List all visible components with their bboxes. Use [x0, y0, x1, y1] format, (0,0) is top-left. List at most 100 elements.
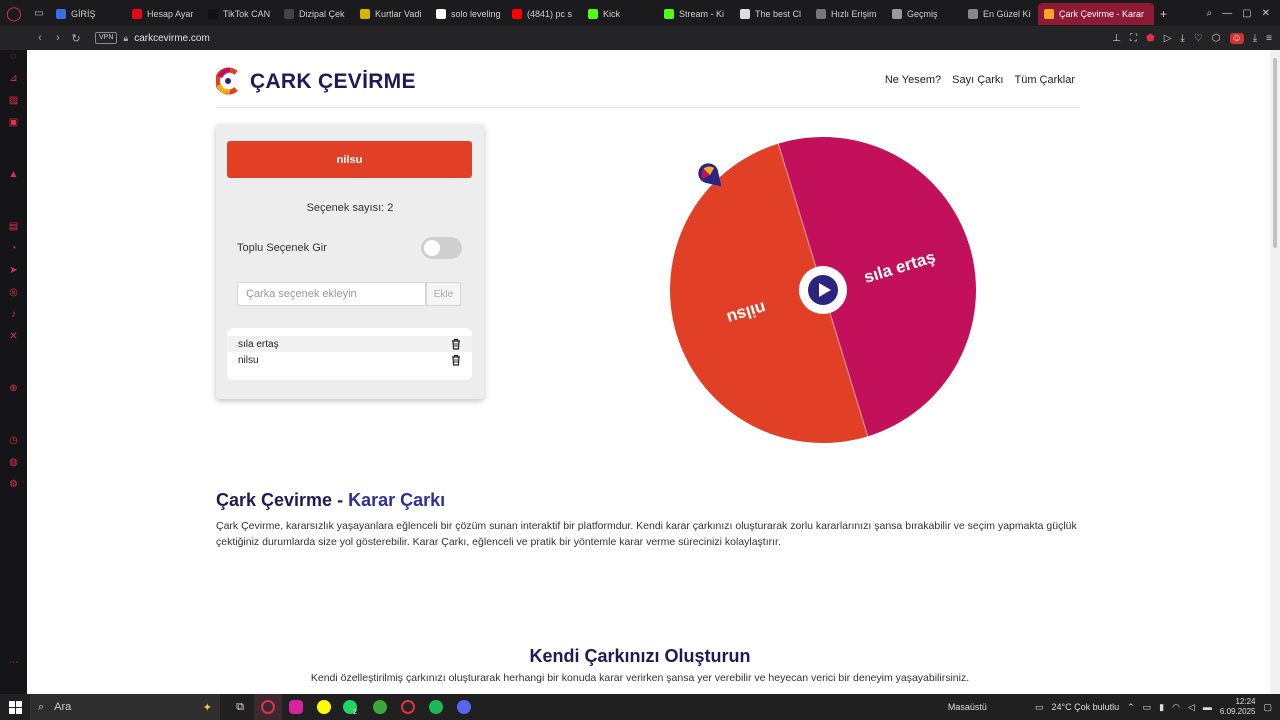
list-item: sıla ertaş [227, 336, 472, 352]
profile-icon[interactable]: ☺ [1229, 32, 1244, 44]
vpn-badge[interactable]: VPN [95, 32, 118, 44]
tab-favicon-icon [968, 9, 978, 19]
telegram-icon[interactable]: ➤ [7, 264, 20, 277]
network-icon[interactable]: ▭ [1143, 702, 1152, 713]
battery-icon[interactable]: ▬ [1203, 702, 1212, 712]
discord-taskbar-icon[interactable] [450, 694, 478, 720]
browser-tab[interactable]: (4841) pc s [506, 3, 582, 25]
tab-favicon-icon [816, 9, 826, 19]
result-banner: nilsu [227, 141, 472, 178]
browser-tab[interactable]: The best Cl [734, 3, 810, 25]
search-tabs-icon[interactable]: ⌕ [1207, 8, 1213, 19]
gx-taskbar-icon[interactable] [394, 694, 422, 720]
download-icon[interactable]: ⤓ [1180, 33, 1184, 44]
messages-icon[interactable]: ◍ [7, 456, 20, 469]
tab-favicon-icon [208, 9, 218, 19]
browser-tab[interactable]: solo leveling [430, 3, 506, 25]
browser-tab[interactable]: Geçmiş [886, 3, 962, 25]
heart-icon[interactable]: ♡ [1194, 33, 1203, 44]
instagram-taskbar-icon[interactable] [282, 694, 310, 720]
opera-logo-icon[interactable]: ◯ [0, 0, 28, 26]
crypto-wallet-icon[interactable]: ⊿ [7, 72, 20, 85]
whatsapp-badge: 2 [353, 708, 357, 716]
tab-favicon-icon [436, 9, 446, 19]
aria-icon[interactable]: ◌ [7, 50, 20, 63]
nav-tum-carklar[interactable]: Tüm Çarklar [1014, 74, 1075, 86]
minimize-icon[interactable]: — [1222, 8, 1232, 19]
volume-icon[interactable]: ◁ [1188, 702, 1195, 713]
url-field[interactable]: carkcevirme.com [134, 33, 210, 44]
nav-sayi-carki[interactable]: Sayı Çarkı [952, 74, 1003, 86]
reload-icon[interactable]: ↻ [67, 26, 85, 50]
chevron-up-icon[interactable]: ⌃ [1127, 702, 1135, 713]
page-scrollbar[interactable] [1270, 50, 1280, 694]
browser-tab[interactable]: TikTok CAN [202, 3, 278, 25]
settings-icon[interactable]: ⚙ [7, 478, 20, 491]
close-icon[interactable]: ✕ [1262, 8, 1270, 19]
flow-icon[interactable]: ▨ [7, 94, 20, 107]
nav-ne-yesem[interactable]: Ne Yesem? [885, 74, 941, 86]
tab-label: Dizipal Çek [299, 9, 345, 19]
taskbar-search[interactable]: ⌕ Ara ✦ [30, 694, 220, 720]
browser-tab[interactable]: En Güzel Ki [962, 3, 1038, 25]
browser-tab[interactable]: Hızlı Erişim [810, 3, 886, 25]
browser-tab[interactable]: Dizipal Çek [278, 3, 354, 25]
brand-name: ÇARK ÇEVİRME [250, 70, 416, 93]
opera-taskbar-icon[interactable] [254, 694, 282, 720]
task-view-icon[interactable]: ⧉ [226, 694, 254, 720]
new-tab-button[interactable]: + [1154, 3, 1173, 25]
notification-icon[interactable]: ▢ [1263, 702, 1272, 713]
add-option-button[interactable]: Ekle [426, 282, 461, 306]
spotify-taskbar-icon[interactable] [422, 694, 450, 720]
tab-favicon-icon [1044, 9, 1054, 19]
instagram-icon[interactable]: ◎ [7, 286, 20, 299]
twitch-icon[interactable]: ▤ [7, 220, 20, 233]
intro-paragraph: Çark Çevirme, kararsızlık yaşayanlara eğ… [216, 520, 1077, 548]
tab-favicon-icon [512, 9, 522, 19]
shield-icon[interactable]: ⬟ [1146, 33, 1155, 44]
browser-tab[interactable]: Kurtlar Vadi [354, 3, 430, 25]
windows-start-icon[interactable] [0, 694, 30, 720]
x-icon[interactable]: ✕ [7, 330, 20, 343]
tiktok-rb-icon[interactable]: ▲ [7, 168, 20, 181]
desktop-label[interactable]: Masaüstü [948, 702, 987, 712]
trash-icon[interactable] [450, 354, 462, 366]
pin-icon[interactable]: ⊥ [1112, 33, 1121, 44]
browser-tab[interactable]: Hesap Ayar [126, 3, 202, 25]
history-icon[interactable]: ◷ [7, 434, 20, 447]
whatsapp-icon[interactable]: ◔ [7, 242, 20, 255]
tiktok-icon[interactable]: ♪ [7, 308, 20, 321]
player-icon[interactable]: ▷ [1164, 33, 1172, 44]
workspaces-icon[interactable]: ▭ [28, 0, 50, 26]
add-option-input[interactable]: Çarka seçenek ekleyin [237, 282, 426, 306]
bulk-entry-toggle[interactable] [421, 237, 462, 259]
trash-icon[interactable] [450, 338, 462, 350]
browser-tab[interactable]: GİRİŞ [50, 3, 126, 25]
more-icon[interactable]: ⋯ [7, 656, 20, 669]
downloads-icon[interactable]: ⤓ [1253, 33, 1257, 44]
clock[interactable]: 12:24 6.09.2025 [1220, 697, 1256, 717]
extensions-icon[interactable]: ⬡ [1212, 33, 1221, 44]
weather-text[interactable]: 24°C Çok bulutlu [1051, 702, 1119, 712]
scrollbar-thumb[interactable] [1273, 58, 1277, 248]
browser-tab[interactable]: Stream - Ki [658, 3, 734, 25]
add-icon[interactable]: ⊕ [7, 382, 20, 395]
launcher-taskbar-icon[interactable] [366, 694, 394, 720]
back-icon[interactable]: ‹ [31, 26, 49, 50]
snapshot-icon[interactable]: ⛶ [1130, 33, 1137, 44]
wifi-icon[interactable]: ◠ [1172, 702, 1180, 713]
maximize-icon[interactable]: ▢ [1242, 8, 1251, 19]
forward-icon[interactable]: › [49, 26, 67, 50]
browser-tab[interactable]: Çark Çevirme - Karar [1038, 3, 1154, 25]
search-icon: ⌕ [38, 700, 45, 713]
options-panel: nilsu Seçenek sayısı: 2 Toplu Seçenek Gi… [216, 124, 484, 399]
whatsapp-taskbar-icon[interactable]: 2 [338, 694, 366, 720]
snapchat-taskbar-icon[interactable] [310, 694, 338, 720]
gx-icon[interactable]: ▣ [7, 116, 20, 129]
mic-icon[interactable]: ▮ [1159, 702, 1164, 713]
site-logo[interactable]: ÇARK ÇEVİRME [216, 66, 416, 98]
tab-label: En Güzel Ki [983, 9, 1031, 19]
menu-icon[interactable]: ≡ [1266, 33, 1272, 44]
browser-tab[interactable]: Kick [582, 3, 658, 25]
browser-tab-bar: ◯ ▭ GİRİŞ Hesap Ayar TikTok CAN Dizipal Çek… [0, 0, 1280, 26]
